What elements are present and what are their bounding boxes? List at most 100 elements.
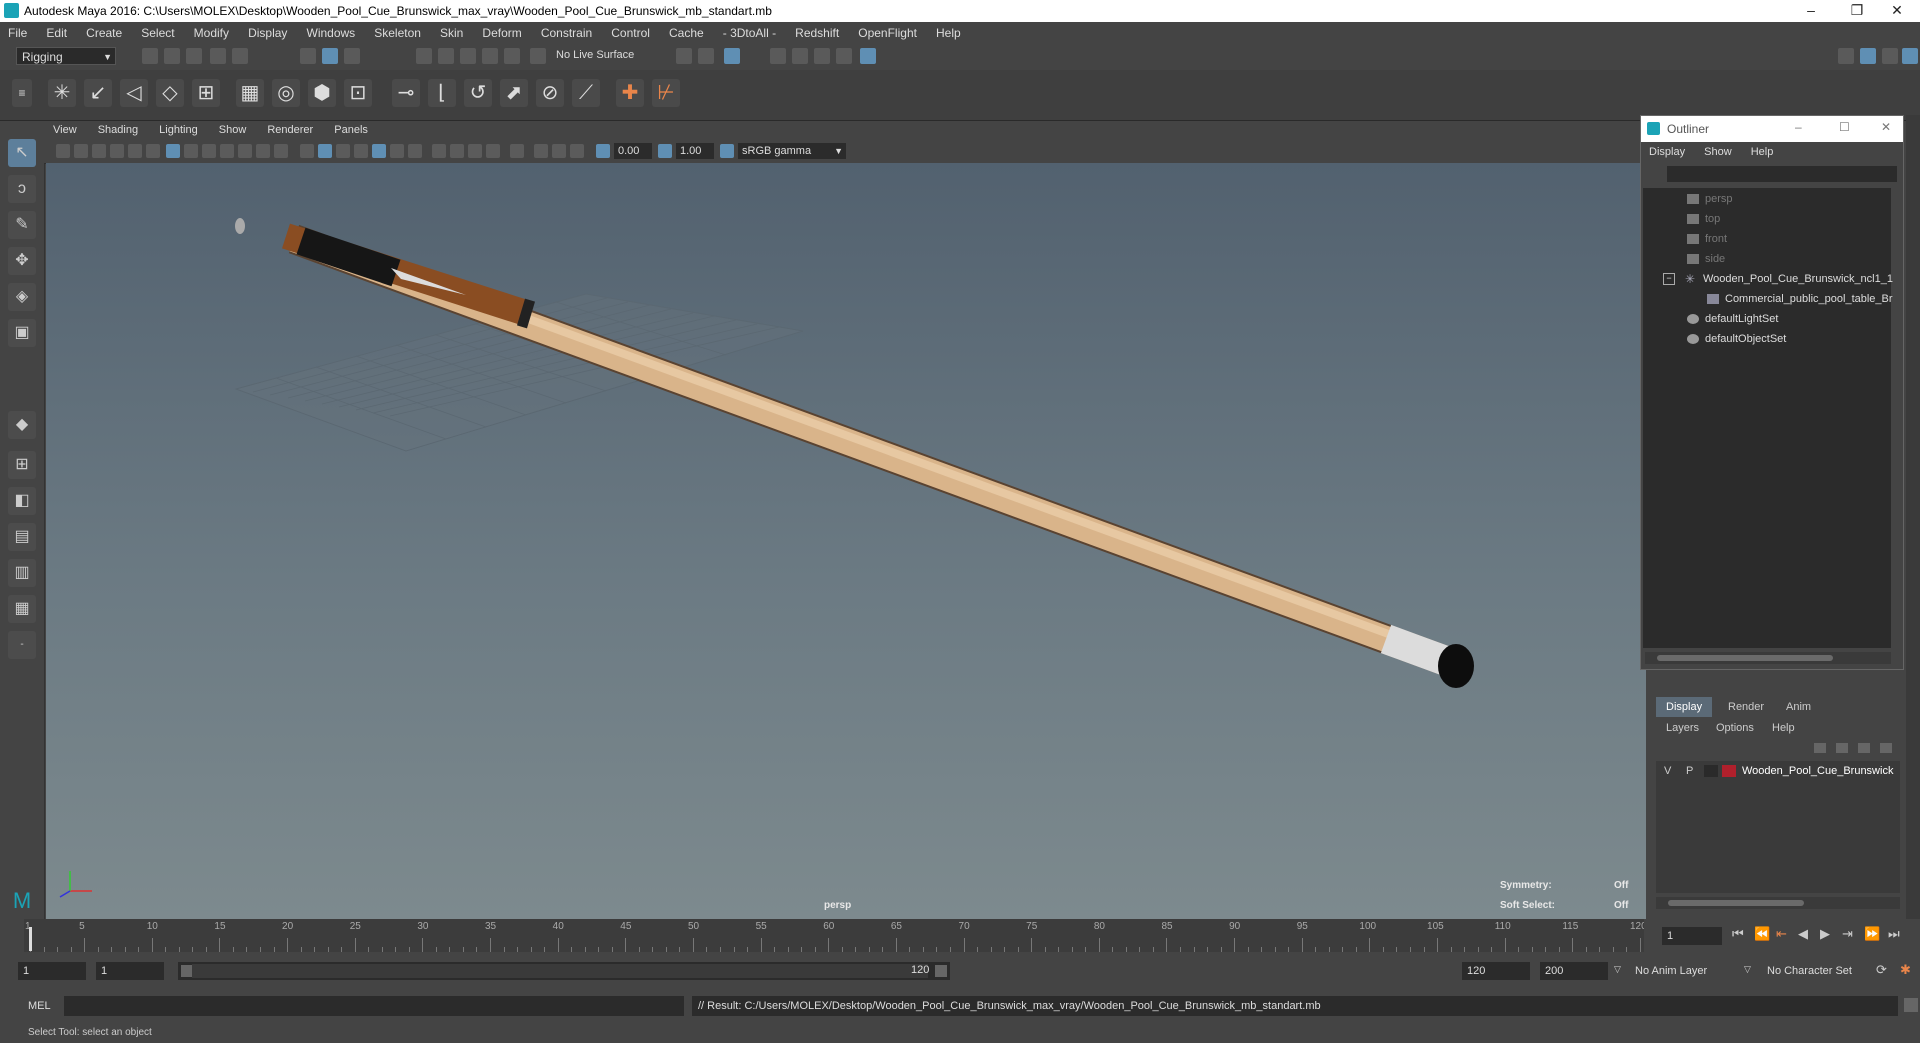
input-ops-icon[interactable] (676, 48, 692, 64)
wireframe-on-shaded-icon[interactable] (354, 144, 368, 158)
safe-action-icon[interactable] (256, 144, 270, 158)
smooth-bind-icon[interactable]: ⌊ (428, 79, 456, 107)
layer-menu-help[interactable]: Help (1772, 722, 1795, 734)
outliner-item[interactable]: defaultObjectSet (1643, 330, 1920, 348)
perspective-viewport[interactable]: persp Symmetry: Off Soft Select: Off (46, 163, 1646, 919)
tool-settings-icon[interactable] (1882, 48, 1898, 64)
menu-create[interactable]: Create (78, 22, 130, 40)
xray-active-icon[interactable] (552, 144, 566, 158)
go-to-end-icon[interactable]: ⏭ (1888, 926, 1900, 942)
output-ops-icon[interactable] (698, 48, 714, 64)
playback-start-field[interactable]: 1 (96, 962, 164, 980)
animation-end-field[interactable]: 200 (1540, 962, 1608, 980)
two-d-pan-icon[interactable] (128, 144, 142, 158)
outliner-item[interactable]: Commercial_public_pool_table_Br (1643, 290, 1920, 308)
film-gate-icon[interactable] (184, 144, 198, 158)
orient-joint-icon[interactable]: ⊞ (192, 79, 220, 107)
scale-tool-icon[interactable]: ▣ (8, 319, 36, 347)
undo-icon[interactable] (210, 48, 226, 64)
play-backward-icon[interactable]: ◀ (1798, 926, 1808, 942)
menu-display[interactable]: Display (240, 22, 295, 40)
textured-icon[interactable] (372, 144, 386, 158)
snap-point-icon[interactable] (460, 48, 476, 64)
menu-deform[interactable]: Deform (474, 22, 529, 40)
layer-color-swatch[interactable] (1722, 765, 1736, 777)
menu-redshift[interactable]: Redshift (787, 22, 847, 40)
outliner-search-input[interactable] (1667, 166, 1897, 182)
hypershade-icon[interactable] (860, 48, 876, 64)
preferences-icon[interactable]: ✱ (1900, 962, 1911, 978)
smooth-shade-icon[interactable] (318, 144, 332, 158)
range-end-handle[interactable] (935, 965, 947, 977)
script-language-toggle[interactable]: MEL (28, 1000, 51, 1012)
step-back-frame-icon[interactable]: ⇤ (1776, 926, 1787, 942)
menu-file[interactable]: File (0, 22, 35, 40)
close-icon[interactable]: ✕ (1881, 120, 1891, 134)
layer-playback-toggle[interactable]: P (1686, 761, 1693, 781)
bookmark-icon[interactable] (92, 144, 106, 158)
layout-graph-persp-icon[interactable]: ▥ (8, 559, 36, 587)
grease-pencil-icon[interactable] (146, 144, 160, 158)
field-chart-icon[interactable] (238, 144, 252, 158)
range-slider[interactable]: 1 120 (178, 962, 950, 980)
color-management-icon[interactable] (720, 144, 734, 158)
current-frame-field[interactable]: 1 (1662, 927, 1722, 945)
resolution-gate-icon[interactable] (202, 144, 216, 158)
construction-history-icon[interactable] (724, 48, 740, 64)
outliner-item[interactable]: persp (1643, 190, 1920, 208)
render-frame-icon[interactable] (792, 48, 808, 64)
gamma-icon[interactable] (658, 144, 672, 158)
move-layer-up-icon[interactable] (1814, 743, 1826, 753)
safe-title-icon[interactable] (274, 144, 288, 158)
layer-menu-layers[interactable]: Layers (1666, 722, 1699, 734)
ik-handle-icon[interactable]: ↙ (84, 79, 112, 107)
detach-skin-icon[interactable]: ⟋ (572, 79, 600, 107)
menu-constrain[interactable]: Constrain (533, 22, 600, 40)
layout-hypershade-persp-icon[interactable]: ▦ (8, 595, 36, 623)
vp-menu-show[interactable]: Show (210, 121, 256, 136)
menu-skeleton[interactable]: Skeleton (366, 22, 429, 40)
gate-mask-icon[interactable] (220, 144, 234, 158)
tab-display[interactable]: Display (1656, 697, 1713, 717)
anti-aliasing-icon[interactable] (468, 144, 482, 158)
scrollbar-thumb[interactable] (1668, 900, 1804, 906)
point-constraint-icon[interactable]: ⊬ (652, 79, 680, 107)
xray-icon[interactable] (534, 144, 548, 158)
joint-tool-icon[interactable]: ✳ (48, 79, 76, 107)
outliner-menu-help[interactable]: Help (1743, 142, 1782, 158)
auto-key-icon[interactable]: ⟳ (1876, 962, 1887, 978)
motion-blur-icon[interactable] (450, 144, 464, 158)
vp-menu-lighting[interactable]: Lighting (150, 121, 207, 136)
select-component-icon[interactable] (344, 48, 360, 64)
layer-row[interactable]: V P Wooden_Pool_Cue_Brunswick (1656, 761, 1900, 781)
anim-layer-select[interactable]: No Anim Layer (1630, 962, 1740, 980)
move-tool-icon[interactable]: ✥ (8, 247, 36, 275)
menu-edit[interactable]: Edit (38, 22, 75, 40)
layout-outliner-persp-icon[interactable]: ▤ (8, 523, 36, 551)
menu-3dtoall[interactable]: - 3DtoAll - (715, 22, 784, 40)
outliner-menu-show[interactable]: Show (1696, 142, 1740, 158)
channel-box-toggle-icon[interactable] (1860, 48, 1876, 64)
menu-skin[interactable]: Skin (432, 22, 471, 40)
close-button[interactable]: ✕ (1874, 0, 1920, 22)
parent-constraint-icon[interactable]: ✚ (616, 79, 644, 107)
step-back-key-icon[interactable]: ⏪ (1754, 926, 1770, 942)
ik-spline-icon[interactable]: ◁ (120, 79, 148, 107)
attribute-editor-collapsed-tab[interactable] (1906, 115, 1920, 920)
live-surface-icon[interactable] (530, 48, 546, 64)
shelf-menu-icon[interactable]: ≡ (12, 79, 32, 107)
vp-menu-shading[interactable]: Shading (89, 121, 147, 136)
save-scene-icon[interactable] (186, 48, 202, 64)
exposure-icon[interactable] (596, 144, 610, 158)
attribute-editor-icon[interactable] (1902, 48, 1918, 64)
move-layer-down-icon[interactable] (1836, 743, 1848, 753)
mirror-joint-icon[interactable]: ◇ (156, 79, 184, 107)
wireframe-icon[interactable] (300, 144, 314, 158)
script-editor-icon[interactable] (1904, 998, 1918, 1012)
layer-visibility-toggle[interactable]: V (1664, 761, 1671, 781)
outliner-titlebar[interactable]: Outliner – ☐ ✕ (1641, 116, 1903, 142)
menu-help[interactable]: Help (928, 22, 969, 40)
show-manipulator-icon[interactable]: ◆ (8, 411, 36, 439)
menu-windows[interactable]: Windows (299, 22, 364, 40)
select-camera-icon[interactable] (56, 144, 70, 158)
